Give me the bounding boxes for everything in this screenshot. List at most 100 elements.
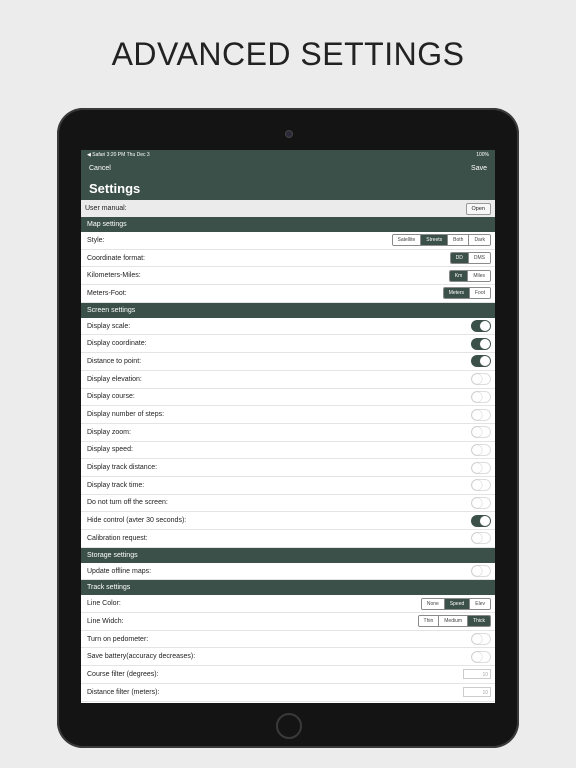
course-filter-input[interactable]: 10: [463, 669, 491, 680]
line-color-label: Line Color:: [87, 600, 121, 608]
setting-row-display-course: Display course:: [81, 389, 495, 407]
navigation-bar: Cancel Save Settings: [81, 160, 495, 200]
setting-row-display-number-of-steps: Display number of steps:: [81, 406, 495, 424]
setting-label: Display scale:: [87, 322, 131, 330]
segment-km[interactable]: Km: [449, 270, 468, 281]
setting-label: Display number of steps:: [87, 411, 165, 419]
segment-dark[interactable]: Dark: [468, 235, 490, 246]
distance-filter-input[interactable]: 10: [463, 687, 491, 698]
setting-label: Distance to point:: [87, 357, 142, 365]
display-course-toggle[interactable]: [471, 390, 491, 403]
distance-filter-label: Distance filter (meters):: [87, 688, 160, 696]
battery-label: Save battery(accuracy decreases):: [87, 653, 196, 661]
setting-label: Display zoom:: [87, 428, 131, 436]
display-track-distance-toggle[interactable]: [471, 461, 491, 474]
camera-icon: [285, 130, 293, 138]
battery-status: 100%: [476, 152, 489, 158]
setting-label: Display course:: [87, 393, 135, 401]
display-coordinate-toggle[interactable]: [471, 337, 491, 350]
section-track-settings: Track settings: [81, 580, 495, 596]
map-row-label: Meters-Foot:: [87, 289, 127, 297]
segment-satellite[interactable]: Satellite: [392, 235, 421, 246]
map-row-style: Style: Satellite Streets Both Dark: [81, 232, 495, 250]
open-manual-button[interactable]: Open: [465, 202, 491, 215]
status-left: ◀ Safari 3:20 PM Thu Dec 3: [87, 152, 150, 158]
battery-toggle[interactable]: [471, 650, 491, 663]
setting-row-display-elevation: Display elevation:: [81, 371, 495, 389]
display-zoom-toggle[interactable]: [471, 426, 491, 439]
distance-filter-row: Distance filter (meters): 10: [81, 684, 495, 702]
meters-foot-segmented: Meters Foot: [442, 287, 491, 300]
map-row-meters-foot: Meters-Foot: Meters Foot: [81, 285, 495, 303]
update-offline-maps-toggle[interactable]: [471, 565, 491, 578]
headline: ADVANCED SETTINGS: [111, 36, 465, 72]
display-number-of-steps-toggle[interactable]: [471, 408, 491, 421]
setting-label: Calibration request:: [87, 534, 148, 542]
pedometer-toggle[interactable]: [471, 633, 491, 646]
do-not-turn-off-the-screen-toggle[interactable]: [471, 496, 491, 509]
segment-none[interactable]: None: [421, 598, 444, 609]
section-storage-settings: Storage settings: [81, 547, 495, 563]
cancel-button[interactable]: Cancel: [89, 165, 111, 172]
course-filter-row: Course filter (degrees): 10: [81, 666, 495, 684]
segment-streets[interactable]: Streets: [420, 235, 448, 246]
setting-label: Display track time:: [87, 481, 145, 489]
course-filter-label: Course filter (degrees):: [87, 670, 159, 678]
home-button[interactable]: [276, 713, 302, 739]
map-row-label: Style:: [87, 236, 105, 244]
segment-meters[interactable]: Meters: [443, 288, 469, 299]
setting-row-display-zoom: Display zoom:: [81, 424, 495, 442]
display-speed-toggle[interactable]: [471, 443, 491, 456]
display-track-time-toggle[interactable]: [471, 479, 491, 492]
setting-label: Update offline maps:: [87, 567, 152, 575]
setting-row-calibration-request: Calibration request:: [81, 530, 495, 548]
segment-dms[interactable]: DMS: [467, 253, 490, 264]
save-button[interactable]: Save: [471, 165, 487, 172]
setting-label: Display track distance:: [87, 464, 158, 472]
segment-foot[interactable]: Foot: [468, 288, 490, 299]
setting-row-do-not-turn-off-the-screen: Do not turn off the screen:: [81, 495, 495, 513]
setting-row-display-track-time: Display track time:: [81, 477, 495, 495]
map-row-kilometers-miles: Kilometers-Miles: Km Miles: [81, 267, 495, 286]
segment-elev[interactable]: Elev: [469, 598, 490, 609]
calibration-request-toggle[interactable]: [471, 532, 491, 545]
pedometer-label: Turn on pedometer:: [87, 635, 149, 643]
app-screen: ◀ Safari 3:20 PM Thu Dec 3 100% Cancel S…: [81, 150, 495, 703]
segment-dd[interactable]: DD: [450, 253, 468, 264]
hide-control-avter-30-seconds-toggle[interactable]: [471, 514, 491, 527]
setting-label: Hide control (avter 30 seconds):: [87, 517, 187, 525]
map-row-coordinate-format: Coordinate format: DD DMS: [81, 250, 495, 268]
distance-to-point-toggle[interactable]: [471, 355, 491, 368]
line-width-row: Line Widch: Thin Medium Thick: [81, 613, 495, 631]
page-title: Settings: [89, 181, 141, 196]
segment-speed[interactable]: Speed: [443, 598, 470, 609]
segment-both[interactable]: Both: [447, 235, 469, 246]
user-manual-row: User manual: Open: [81, 200, 495, 217]
line-color-row: Line Color: None Speed Elev: [81, 595, 495, 614]
line-width-segmented: Thin Medium Thick: [417, 615, 491, 628]
segment-miles[interactable]: Miles: [467, 270, 490, 281]
pedometer-row: Turn on pedometer:: [81, 631, 495, 649]
map-row-label: Kilometers-Miles:: [87, 272, 141, 280]
setting-row-display-coordinate: Display coordinate:: [81, 335, 495, 354]
line-color-segmented: None Speed Elev: [420, 597, 491, 610]
segment-thick[interactable]: Thick: [467, 616, 490, 627]
style-segmented: Satellite Streets Both Dark: [391, 234, 491, 247]
display-scale-toggle[interactable]: [471, 320, 491, 333]
setting-row-display-track-distance: Display track distance:: [81, 459, 495, 477]
kilometers-miles-segmented: Km Miles: [448, 269, 491, 282]
setting-label: Do not turn off the screen:: [87, 499, 168, 507]
display-elevation-toggle[interactable]: [471, 373, 491, 386]
setting-label: Display speed:: [87, 446, 133, 454]
section-screen-settings: Screen settings: [81, 302, 495, 318]
setting-row-update-offline-maps: Update offline maps:: [81, 563, 495, 581]
segment-medium[interactable]: Medium: [438, 616, 468, 627]
status-bar: ◀ Safari 3:20 PM Thu Dec 3 100%: [81, 150, 495, 160]
segment-thin[interactable]: Thin: [418, 616, 439, 627]
setting-row-display-scale: Display scale:: [81, 318, 495, 336]
line-width-label: Line Widch:: [87, 617, 124, 625]
setting-row-distance-to-point: Distance to point:: [81, 353, 495, 371]
section-map-settings: Map settings: [81, 217, 495, 232]
battery-row: Save battery(accuracy decreases):: [81, 648, 495, 667]
setting-row-display-speed: Display speed:: [81, 442, 495, 460]
